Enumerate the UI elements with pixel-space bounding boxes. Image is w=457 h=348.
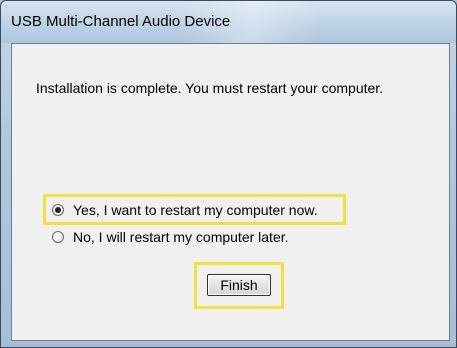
radio-restart-later[interactable]: No, I will restart my computer later. [52, 229, 289, 245]
radio-restart-now-label: Yes, I want to restart my computer now. [73, 202, 318, 218]
finish-button[interactable]: Finish [207, 274, 271, 296]
radio-button-unchecked-icon[interactable] [52, 231, 64, 243]
dialog-content: Installation is complete. You must resta… [11, 43, 450, 341]
radio-restart-now[interactable]: Yes, I want to restart my computer now. [52, 202, 318, 218]
radio-button-checked-icon[interactable] [52, 204, 64, 216]
completion-message: Installation is complete. You must resta… [36, 80, 384, 96]
dialog-window: USB Multi-Channel Audio Device Installat… [0, 0, 457, 348]
window-title: USB Multi-Channel Audio Device [11, 13, 231, 30]
radio-restart-later-label: No, I will restart my computer later. [73, 229, 289, 245]
title-bar[interactable]: USB Multi-Channel Audio Device [1, 1, 456, 43]
